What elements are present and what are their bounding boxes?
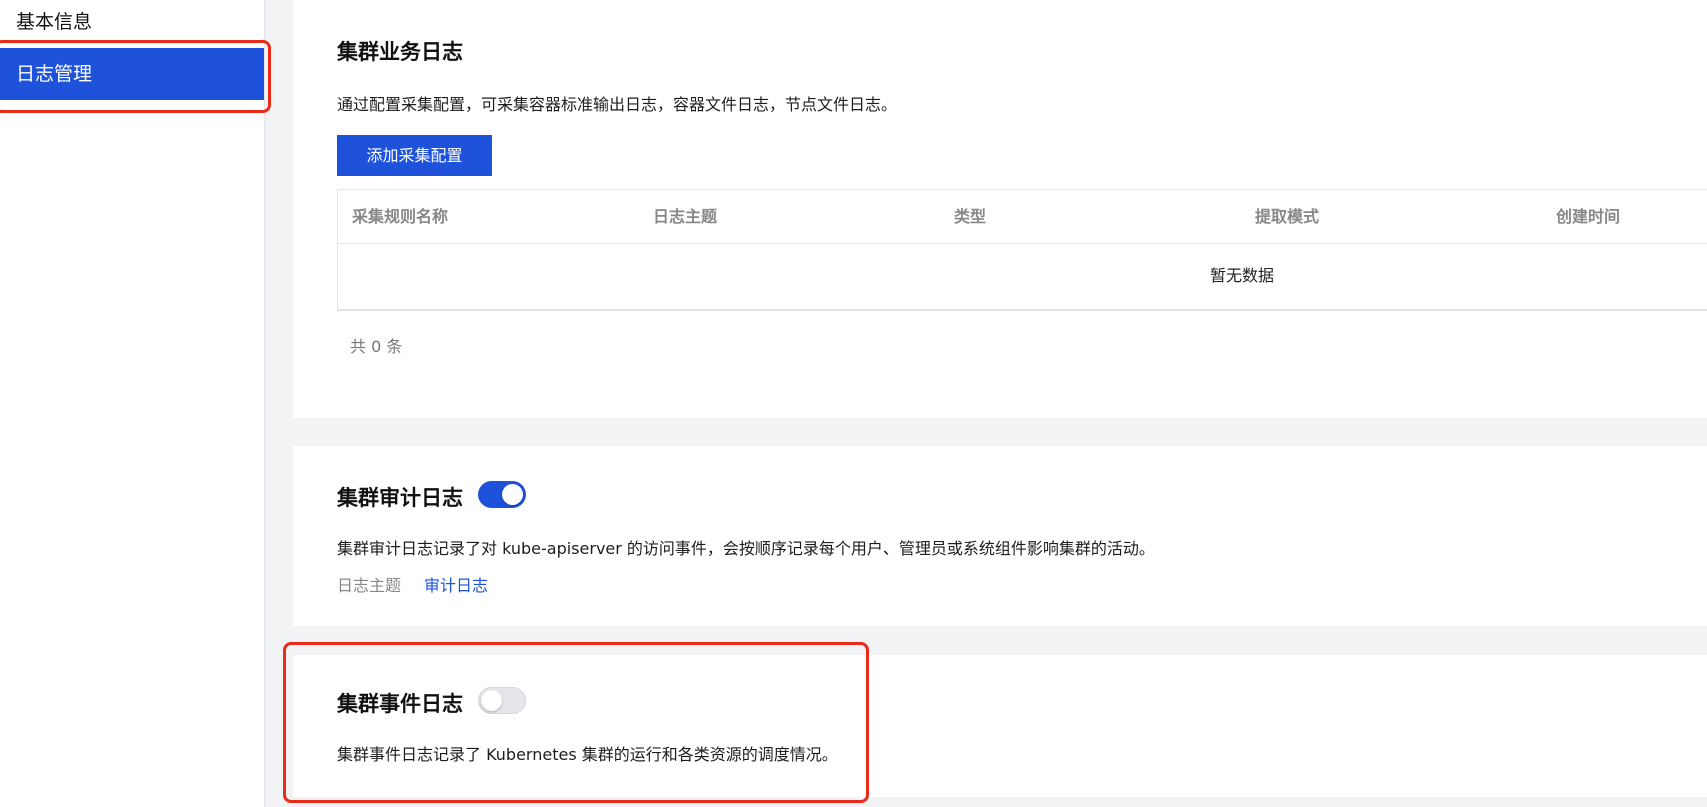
audit-log-title: 集群审计日志: [337, 486, 463, 510]
event-log-toggle[interactable]: [478, 687, 526, 714]
table-header: 采集规则名称 日志主题 类型 提取模式 创建时间: [338, 190, 1707, 244]
audit-log-topic-link[interactable]: 审计日志: [424, 572, 488, 596]
collection-rules-table: 采集规则名称 日志主题 类型 提取模式 创建时间 暂无数据: [337, 189, 1707, 310]
audit-log-description: 集群审计日志记录了对 kube-apiserver 的访问事件，会按顺序记录每个…: [337, 539, 1155, 558]
event-log-title: 集群事件日志: [337, 692, 463, 716]
audit-log-toggle[interactable]: [478, 481, 526, 508]
add-collection-config-button[interactable]: 添加采集配置: [337, 135, 492, 176]
event-log-card: 集群事件日志 集群事件日志记录了 Kubernetes 集群的运行和各类资源的调…: [293, 655, 1707, 797]
event-log-description: 集群事件日志记录了 Kubernetes 集群的运行和各类资源的调度情况。: [337, 745, 838, 764]
table-empty-state: 暂无数据: [1209, 266, 1274, 285]
business-log-title: 集群业务日志: [337, 40, 463, 64]
log-topic-label: 日志主题: [337, 576, 402, 595]
toggle-knob: [481, 690, 502, 711]
business-log-description: 通过配置采集配置，可采集容器标准输出日志，容器文件日志，节点文件日志。: [337, 95, 898, 114]
audit-log-card: 集群审计日志 集群审计日志记录了对 kube-apiserver 的访问事件，会…: [293, 446, 1707, 626]
toggle-knob: [502, 484, 523, 505]
column-header-extract-mode: 提取模式: [1255, 207, 1320, 226]
business-log-card: 集群业务日志 通过配置采集配置，可采集容器标准输出日志，容器文件日志，节点文件日…: [293, 0, 1707, 418]
column-header-log-topic: 日志主题: [653, 207, 718, 226]
sidebar: 基本信息 日志管理: [0, 0, 265, 807]
column-header-created-time: 创建时间: [1556, 207, 1621, 226]
table-total-count: 共 0 条: [350, 337, 403, 356]
table-divider: [337, 309, 1707, 311]
column-header-rule-name: 采集规则名称: [352, 207, 449, 226]
sidebar-item-log-management[interactable]: 日志管理: [0, 48, 264, 100]
sidebar-item-basic-info[interactable]: 基本信息: [0, 6, 264, 38]
column-header-type: 类型: [954, 207, 987, 226]
